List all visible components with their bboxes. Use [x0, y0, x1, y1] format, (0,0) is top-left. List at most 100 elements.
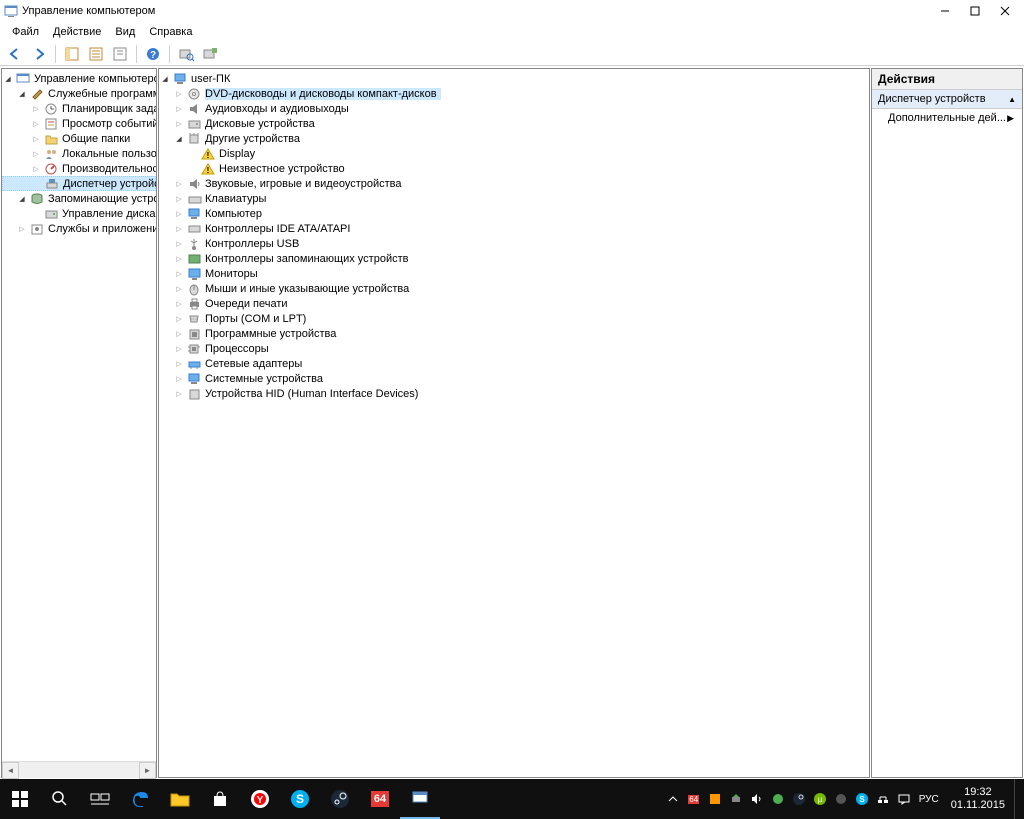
- tree-task-scheduler[interactable]: Планировщик заданий: [2, 101, 156, 116]
- expand-toggle[interactable]: [30, 103, 42, 115]
- tray-volume[interactable]: [748, 790, 766, 808]
- show-hide-tree-button[interactable]: [61, 43, 83, 65]
- menu-view[interactable]: Вид: [109, 24, 141, 40]
- minimize-button[interactable]: [930, 1, 960, 21]
- tree-performance[interactable]: Производительность: [2, 161, 156, 176]
- aida64-button[interactable]: 64: [360, 779, 400, 819]
- expand-toggle[interactable]: [30, 133, 42, 145]
- yandex-button[interactable]: Y: [240, 779, 280, 819]
- tree-system-tools[interactable]: Служебные программы: [2, 86, 156, 101]
- expand-toggle[interactable]: [173, 103, 185, 115]
- menu-action[interactable]: Действие: [47, 24, 107, 40]
- tray-clock[interactable]: 19:32 01.11.2015: [945, 786, 1011, 812]
- back-button[interactable]: [4, 43, 26, 65]
- expand-toggle[interactable]: [173, 328, 185, 340]
- tree-storage[interactable]: Запоминающие устройст: [2, 191, 156, 206]
- expand-toggle[interactable]: [173, 253, 185, 265]
- tree-root[interactable]: Управление компьютером (л: [2, 71, 156, 86]
- expand-toggle[interactable]: [173, 133, 185, 145]
- device-keyboards[interactable]: Клавиатуры: [159, 191, 869, 206]
- device-ports[interactable]: Порты (COM и LPT): [159, 311, 869, 326]
- expand-toggle[interactable]: [173, 358, 185, 370]
- device-storage-controllers[interactable]: Контроллеры запоминающих устройств: [159, 251, 869, 266]
- forward-button[interactable]: [28, 43, 50, 65]
- menu-file[interactable]: Файл: [6, 24, 45, 40]
- expand-toggle[interactable]: [173, 313, 185, 325]
- expand-toggle[interactable]: [159, 73, 171, 85]
- tray-show-hidden[interactable]: [664, 790, 682, 808]
- tree-shared-folders[interactable]: Общие папки: [2, 131, 156, 146]
- scan-hardware-button[interactable]: [175, 43, 197, 65]
- device-usb[interactable]: Контроллеры USB: [159, 236, 869, 251]
- file-explorer-button[interactable]: [160, 779, 200, 819]
- device-unknown[interactable]: ! Неизвестное устройство: [159, 161, 869, 176]
- scroll-left-button[interactable]: ◄: [2, 762, 19, 779]
- tray-app-dark[interactable]: [832, 790, 850, 808]
- expand-toggle[interactable]: [173, 238, 185, 250]
- device-ide[interactable]: Контроллеры IDE ATA/ATAPI: [159, 221, 869, 236]
- device-hid[interactable]: Устройства HID (Human Interface Devices): [159, 386, 869, 401]
- expand-toggle[interactable]: [30, 118, 42, 130]
- tray-app-green[interactable]: [769, 790, 787, 808]
- expand-toggle[interactable]: [173, 88, 185, 100]
- actions-section-device-manager[interactable]: Диспетчер устройств ▲: [872, 90, 1022, 109]
- store-button[interactable]: [200, 779, 240, 819]
- tray-network[interactable]: [874, 790, 892, 808]
- mmc-taskbar-button[interactable]: [400, 779, 440, 819]
- expand-toggle[interactable]: [173, 298, 185, 310]
- expand-toggle[interactable]: [16, 88, 28, 100]
- expand-toggle[interactable]: [2, 73, 14, 85]
- device-audio[interactable]: Аудиовходы и аудиовыходы: [159, 101, 869, 116]
- task-view-button[interactable]: [80, 779, 120, 819]
- device-root[interactable]: user-ПК: [159, 71, 869, 86]
- skype-button[interactable]: S: [280, 779, 320, 819]
- tree-disk-management[interactable]: Управление дисками: [2, 206, 156, 221]
- device-display-unknown[interactable]: ! Display: [159, 146, 869, 161]
- device-system[interactable]: Системные устройства: [159, 371, 869, 386]
- tray-skype[interactable]: S: [853, 790, 871, 808]
- expand-toggle[interactable]: [173, 118, 185, 130]
- properties-button[interactable]: [85, 43, 107, 65]
- device-print-queues[interactable]: Очереди печати: [159, 296, 869, 311]
- tree-event-viewer[interactable]: Просмотр событий: [2, 116, 156, 131]
- expand-toggle[interactable]: [173, 388, 185, 400]
- expand-toggle[interactable]: [173, 343, 185, 355]
- expand-toggle[interactable]: [173, 223, 185, 235]
- console-tree-pane[interactable]: Управление компьютером (л Служебные прог…: [1, 68, 157, 778]
- device-other[interactable]: Другие устройства: [159, 131, 869, 146]
- expand-toggle[interactable]: [173, 373, 185, 385]
- expand-toggle[interactable]: [30, 148, 42, 160]
- device-disk-drives[interactable]: Дисковые устройства: [159, 116, 869, 131]
- tree-local-users[interactable]: Локальные пользовате: [2, 146, 156, 161]
- search-button[interactable]: [40, 779, 80, 819]
- scroll-right-button[interactable]: ►: [139, 762, 156, 779]
- expand-toggle[interactable]: [173, 283, 185, 295]
- tray-action-center[interactable]: [895, 790, 913, 808]
- device-tree-pane[interactable]: user-ПК DVD-дисководы и дисководы компак…: [158, 68, 870, 778]
- expand-toggle[interactable]: [173, 193, 185, 205]
- expand-toggle[interactable]: [173, 268, 185, 280]
- device-sound[interactable]: Звуковые, игровые и видеоустройства: [159, 176, 869, 191]
- tree-services-apps[interactable]: Службы и приложения: [2, 221, 156, 236]
- show-desktop-button[interactable]: [1014, 779, 1020, 819]
- expand-toggle[interactable]: [16, 223, 28, 235]
- device-mice[interactable]: Мыши и иные указывающие устройства: [159, 281, 869, 296]
- maximize-button[interactable]: [960, 1, 990, 21]
- device-computer[interactable]: Компьютер: [159, 206, 869, 221]
- tree-device-manager[interactable]: Диспетчер устройств: [2, 176, 156, 191]
- menu-help[interactable]: Справка: [143, 24, 198, 40]
- expand-toggle[interactable]: [173, 208, 185, 220]
- device-dvd[interactable]: DVD-дисководы и дисководы компакт-дисков: [159, 86, 869, 101]
- expand-toggle[interactable]: [30, 163, 42, 175]
- close-button[interactable]: [990, 1, 1020, 21]
- edge-button[interactable]: [120, 779, 160, 819]
- steam-button[interactable]: [320, 779, 360, 819]
- export-button[interactable]: [109, 43, 131, 65]
- device-software[interactable]: Программные устройства: [159, 326, 869, 341]
- actions-more[interactable]: Дополнительные дей... ▶: [872, 109, 1022, 127]
- tray-steam[interactable]: [790, 790, 808, 808]
- help-button[interactable]: ?: [142, 43, 164, 65]
- left-scrollbar[interactable]: ◄ ►: [2, 761, 156, 778]
- device-monitors[interactable]: Мониторы: [159, 266, 869, 281]
- tray-safely-remove[interactable]: [727, 790, 745, 808]
